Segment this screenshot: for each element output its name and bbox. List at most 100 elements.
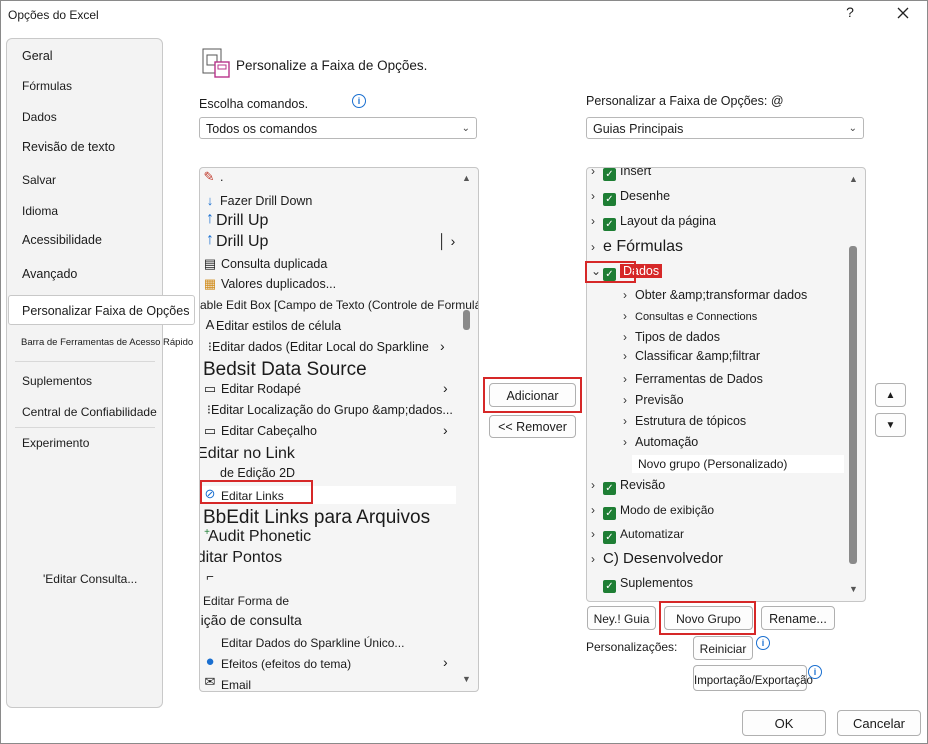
tree-subitem[interactable]: › Obter &amp;transformar dados [623,288,807,302]
command-item[interactable]: 'Editar no Link [200,445,295,463]
tree-subitem[interactable]: › Classificar &amp;filtrar [623,349,760,363]
submenu-chevron-icon: › [443,422,448,438]
tree-subitem[interactable]: › Ferramentas de Dados [623,372,763,386]
nav-item-acesso-rapido[interactable]: Barra de Ferramentas de Acesso Rápido [21,337,193,348]
tree-item-insert[interactable]: › ✓ Insert [591,167,652,181]
tree-subitem[interactable]: › Tipos de dados [623,330,720,344]
nav-item-salvar[interactable]: Salvar [22,173,56,187]
tree-item-revisao[interactable]: › ✓ Revisão [591,478,665,495]
chevron-right-icon: › [591,189,595,203]
nav-item-experimento[interactable]: Experimento [22,436,89,450]
command-item[interactable]: Editar Rodapé [221,382,301,396]
command-item[interactable]: Drill Up [216,212,268,230]
nav-item-personalizar[interactable]: Personalizar Faixa de Opções [22,304,189,318]
command-item[interactable]: able Edit Box [Campo de Texto (Controle … [200,298,478,312]
checkbox-checked-icon[interactable]: ✓ [603,531,616,544]
customizations-label: Personalizações: [586,640,678,654]
close-button[interactable] [892,2,914,24]
close-icon [897,7,909,19]
command-item[interactable]: Editar Localização do Grupo &amp;dados..… [211,403,453,417]
info-icon[interactable]: i [808,665,822,679]
tree-item-suplementos[interactable]: ✓ Suplementos [603,576,693,593]
command-item[interactable]: Drill Up [216,233,268,251]
command-item[interactable]: Bedsit Data Source [203,359,367,381]
nav-item-formulas[interactable]: Fórmulas [22,79,72,93]
tree-item-exibicao[interactable]: › ✓ Modo de exibição [591,503,714,520]
choose-commands-label: Escolha comandos. [199,97,309,111]
chevron-right-icon: › [591,527,595,541]
submenu-chevron-icon: › [443,380,448,396]
scroll-down-icon[interactable]: ▼ [849,584,858,594]
command-item[interactable]: Email [221,678,251,691]
tree-item-label: Insert [620,167,652,178]
nav-item-geral[interactable]: Geral [22,49,53,63]
tree-item-label: Obter &amp;transformar dados [635,288,808,302]
nav-item-confiabilidade[interactable]: Central de Confiabilidade [22,405,157,419]
nav-item-avancado[interactable]: Avançado [22,267,77,281]
command-item[interactable]: BbEdit Links para Arquivos [203,507,430,529]
info-icon[interactable]: i [756,636,770,650]
command-item[interactable]: Editar Dados do Sparkline Único... [221,636,404,650]
checkbox-checked-icon[interactable]: ✓ [603,168,616,181]
cancel-button[interactable]: Cancelar [837,710,921,736]
command-item[interactable]: Editar estilos de célula [216,319,341,333]
nav-item-acessibilidade[interactable]: Acessibilidade [22,233,102,247]
command-item[interactable]: Audit Phonetic [208,528,311,546]
nav-item-idioma[interactable]: Idioma [22,204,58,218]
tree-item-layout[interactable]: › ✓ Layout da página [591,214,716,231]
command-item[interactable]: de Edição 2D [220,466,295,480]
nav-item-dados[interactable]: Dados [22,110,57,124]
nav-item-revisao[interactable]: Revisão de texto [22,140,115,154]
checkbox-checked-icon[interactable]: ✓ [603,193,616,206]
command-item[interactable]: Editar Forma de [203,594,289,608]
help-button[interactable]: ? [840,4,860,24]
checkbox-checked-icon[interactable]: ✓ [603,218,616,231]
tree-item-label: Modo de exibição [620,503,715,517]
ribbon-tabs-tree[interactable]: ▲ ▼ › ✓ Insert › ✓ Desenhe › ✓ Layout da págin… [586,167,866,602]
command-item[interactable]: Editar Cabeçalho [221,424,317,438]
command-item[interactable]: Efeitos (efeitos do tema) [221,657,351,671]
scroll-up-icon[interactable]: ▲ [849,174,858,184]
tree-item-formulas[interactable]: › e Fórmulas [591,238,683,256]
commands-list[interactable]: ▲ ▼ ✎ . ↓ Fazer Drill Down ↑ Drill Up ↑ … [199,167,479,692]
tree-item-desenhe[interactable]: › ✓ Desenhe [591,189,670,206]
choose-commands-select[interactable]: Todos os comandos ⌄ [199,117,477,139]
info-icon[interactable]: i [352,94,366,108]
scrollbar-thumb[interactable] [463,310,470,330]
reset-button[interactable]: Reiniciar [693,636,753,660]
tree-item-desenvolvedor[interactable]: › C) Desenvolvedor [591,550,723,567]
submenu-chevron-icon: › [443,654,448,670]
rename-button[interactable]: Rename... [761,606,835,630]
triangle-down-icon: ▼ [885,420,896,431]
move-up-button[interactable]: ▲ [875,383,906,407]
scrollbar-thumb[interactable] [849,246,857,564]
tree-item-automatizar[interactable]: › ✓ Automatizar [591,527,684,544]
command-item[interactable]: Valores duplicados... [221,277,336,291]
tree-subitem[interactable]: › Consultas e Connections [623,309,757,323]
checkbox-checked-icon[interactable]: ✓ [603,580,616,593]
command-item[interactable]: • Editar Pontos [200,549,282,567]
checkbox-checked-icon[interactable]: ✓ [603,507,616,520]
command-item[interactable]: edição de consulta [200,612,302,628]
ok-button[interactable]: OK [742,710,826,736]
import-export-button[interactable]: Importação/Exportação [693,665,813,691]
scroll-down-icon[interactable]: ▼ [462,674,471,684]
command-item[interactable]: Editar dados (Editar Local do Sparkline [212,340,429,354]
customize-ribbon-select[interactable]: Guias Principais ⌄ [586,117,864,139]
remove-button[interactable]: << Remover [489,415,576,438]
tree-subitem-new-group[interactable]: Novo grupo (Personalizado) [638,457,787,471]
tree-item-label: Consultas e Connections [635,311,758,323]
command-item[interactable]: . [220,170,223,184]
tree-subitem[interactable]: › Previsão [623,393,684,407]
command-item[interactable]: Fazer Drill Down [220,194,312,208]
command-item[interactable]: Consulta duplicada [221,257,327,271]
move-down-button[interactable]: ▼ [875,413,906,437]
new-tab-button[interactable]: Ney.! Guia [587,606,656,630]
tree-subitem[interactable]: › Automação [623,435,698,449]
nav-item-suplementos[interactable]: Suplementos [22,374,92,388]
customize-ribbon-label: Personalizar a Faixa de Opções: @ [586,94,784,108]
tree-subitem[interactable]: › Estrutura de tópicos [623,414,746,428]
scroll-up-icon[interactable]: ▲ [462,173,471,183]
checkbox-checked-icon[interactable]: ✓ [603,482,616,495]
nav-divider [15,427,155,428]
